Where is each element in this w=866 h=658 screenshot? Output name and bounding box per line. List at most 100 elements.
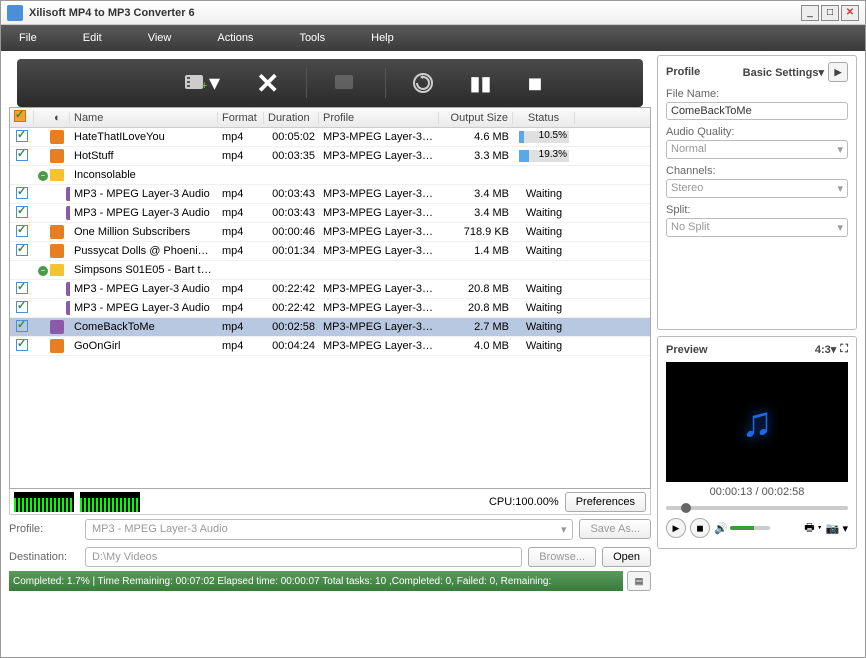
profile-combo[interactable]: MP3 - MPEG Layer-3 Audio▾ — [85, 519, 573, 540]
collapse-icon[interactable]: − — [38, 171, 48, 181]
col-output-size[interactable]: Output Size — [439, 112, 513, 124]
col-status[interactable]: Status — [513, 112, 575, 124]
profile-panel-title: Profile — [666, 66, 700, 78]
camera-icon[interactable]: 📷 ▾ — [826, 522, 848, 535]
split-select[interactable]: No Split▾ — [666, 218, 848, 237]
row-checkbox[interactable] — [16, 301, 28, 313]
volume-icon[interactable]: 🔊 — [714, 522, 728, 535]
aspect-ratio-dropdown[interactable]: 4:3▾ — [815, 343, 836, 356]
snapshot-icon[interactable]: 🖶 ▾ — [804, 519, 822, 538]
row-status: Waiting — [513, 207, 575, 219]
table-row[interactable]: GoOnGirlmp400:04:24MP3-MPEG Layer-3 A...… — [10, 337, 650, 356]
row-duration: 00:03:43 — [264, 207, 319, 219]
row-status: 10.5% — [513, 131, 575, 143]
delete-button[interactable]: ✕ — [246, 63, 289, 104]
table-row[interactable]: MP3 - MPEG Layer-3 Audiomp400:03:43MP3-M… — [10, 204, 650, 223]
row-checkbox[interactable] — [16, 282, 28, 294]
row-checkbox[interactable] — [16, 320, 28, 332]
row-size: 4.6 MB — [439, 131, 513, 143]
table-row[interactable]: MP3 - MPEG Layer-3 Audiomp400:22:42MP3-M… — [10, 299, 650, 318]
table-row[interactable]: MP3 - MPEG Layer-3 Audiomp400:03:43MP3-M… — [10, 185, 650, 204]
maximize-button[interactable]: □ — [821, 5, 839, 21]
row-name: MP3 - MPEG Layer-3 Audio — [70, 283, 218, 295]
player-stop-button[interactable]: ◼ — [690, 518, 710, 538]
menu-actions[interactable]: Actions — [209, 30, 261, 46]
menu-help[interactable]: Help — [363, 30, 402, 46]
menu-file[interactable]: File — [11, 30, 45, 46]
row-profile: MP3-MPEG Layer-3 A... — [319, 340, 439, 352]
row-checkbox[interactable] — [16, 339, 28, 351]
row-checkbox[interactable] — [16, 244, 28, 256]
basic-settings-dropdown[interactable]: Basic Settings▾ — [743, 66, 824, 79]
fullscreen-icon[interactable]: ⛶ — [840, 343, 848, 356]
col-type[interactable]: ◐ — [50, 112, 70, 124]
col-name[interactable]: Name — [70, 112, 218, 124]
table-row[interactable]: MP3 - MPEG Layer-3 Audiomp400:22:42MP3-M… — [10, 280, 650, 299]
add-profile-button[interactable] — [323, 69, 369, 97]
row-checkbox[interactable] — [16, 225, 28, 237]
col-duration[interactable]: Duration — [264, 112, 319, 124]
row-size: 20.8 MB — [439, 283, 513, 295]
table-row[interactable]: HateThatILoveYoump400:05:02MP3-MPEG Laye… — [10, 128, 650, 147]
row-duration: 00:01:34 — [264, 245, 319, 257]
row-duration: 00:02:58 — [264, 321, 319, 333]
profile-next-button[interactable]: ▶ — [828, 62, 848, 82]
volume-slider[interactable] — [730, 526, 770, 530]
status-toggle-button[interactable]: ▤ — [627, 571, 651, 591]
svg-text:+: + — [201, 80, 207, 92]
row-checkbox[interactable] — [16, 149, 28, 161]
table-row[interactable]: −Inconsolable — [10, 166, 650, 185]
collapse-icon[interactable]: − — [38, 266, 48, 276]
preview-video[interactable]: ♫ — [666, 362, 848, 482]
menu-view[interactable]: View — [140, 30, 180, 46]
row-name: HateThatILoveYou — [70, 131, 218, 143]
table-row[interactable]: −Simpsons S01E05 - Bart the G... — [10, 261, 650, 280]
table-row[interactable]: Pussycat Dolls @ Phoenix 24...mp400:01:3… — [10, 242, 650, 261]
stop-button[interactable]: ◼ — [518, 69, 553, 98]
row-status: Waiting — [513, 302, 575, 314]
play-button[interactable]: ▶ — [666, 518, 686, 538]
pause-button[interactable]: ▮▮ — [460, 67, 502, 100]
minimize-button[interactable]: _ — [801, 5, 819, 21]
close-button[interactable]: ✕ — [841, 5, 859, 21]
col-format[interactable]: Format — [218, 112, 264, 124]
filename-input[interactable]: ComeBackToMe — [666, 102, 848, 120]
table-row[interactable]: HotStuffmp400:03:35MP3-MPEG Layer-3 A...… — [10, 147, 650, 166]
add-file-button[interactable]: +▾ — [173, 66, 230, 100]
start-button[interactable] — [402, 68, 444, 98]
row-checkbox[interactable] — [16, 206, 28, 218]
browse-button[interactable]: Browse... — [528, 547, 596, 567]
filename-label: File Name: — [666, 88, 848, 100]
open-button[interactable]: Open — [602, 547, 651, 567]
table-row[interactable]: ComeBackToMemp400:02:58MP3-MPEG Layer-3 … — [10, 318, 650, 337]
cpu-label: CPU:100.00% — [489, 496, 559, 508]
row-checkbox[interactable] — [16, 130, 28, 142]
channels-select[interactable]: Stereo▾ — [666, 179, 848, 198]
save-as-button[interactable]: Save As... — [579, 519, 651, 539]
preview-title: Preview — [666, 344, 708, 356]
row-format: mp4 — [218, 188, 264, 200]
col-profile[interactable]: Profile — [319, 112, 439, 124]
col-check[interactable] — [10, 110, 34, 125]
row-format: mp4 — [218, 283, 264, 295]
row-profile: MP3-MPEG Layer-3 A... — [319, 188, 439, 200]
seek-bar[interactable] — [666, 506, 848, 510]
row-checkbox[interactable] — [16, 187, 28, 199]
row-size: 2.7 MB — [439, 321, 513, 333]
row-profile: MP3-MPEG Layer-3 A... — [319, 283, 439, 295]
row-duration: 00:03:43 — [264, 188, 319, 200]
toolbar: +▾ ✕ ▮▮ ◼ — [17, 59, 643, 107]
row-profile: MP3-MPEG Layer-3 A... — [319, 302, 439, 314]
audio-quality-select[interactable]: Normal▾ — [666, 140, 848, 159]
menu-edit[interactable]: Edit — [75, 30, 110, 46]
menu-tools[interactable]: Tools — [291, 30, 333, 46]
row-duration: 00:03:35 — [264, 150, 319, 162]
chevron-down-icon: ▾ — [561, 523, 567, 536]
window-title: Xilisoft MP4 to MP3 Converter 6 — [29, 7, 799, 19]
table-row[interactable]: One Million Subscribersmp400:00:46MP3-MP… — [10, 223, 650, 242]
destination-label: Destination: — [9, 551, 79, 563]
destination-input[interactable]: D:\My Videos — [85, 547, 522, 567]
row-size: 20.8 MB — [439, 302, 513, 314]
video-file-icon — [50, 225, 64, 239]
preferences-button[interactable]: Preferences — [565, 492, 646, 512]
